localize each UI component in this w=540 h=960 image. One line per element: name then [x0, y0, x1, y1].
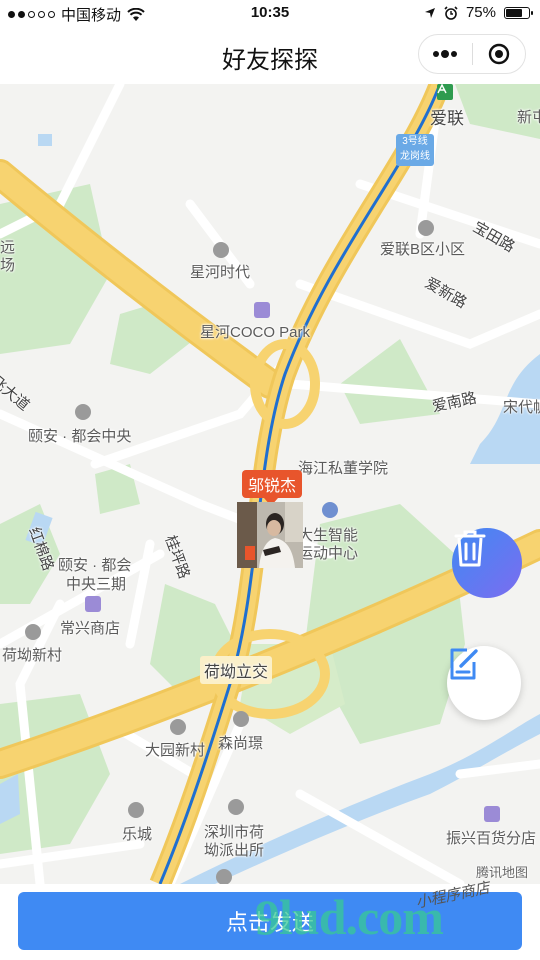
battery-fill	[506, 8, 522, 17]
shop-icon	[254, 302, 270, 318]
line-badge-name: 龙岗线	[400, 151, 430, 162]
map-label: 振兴百货分店	[446, 830, 537, 847]
edit-button[interactable]	[447, 646, 521, 720]
map-label: 森尚璟	[218, 735, 264, 752]
shop-icon	[484, 806, 500, 822]
map-label: 乐城	[122, 826, 153, 843]
battery-icon	[504, 6, 533, 19]
alarm-icon	[444, 5, 458, 20]
battery-percent: 75%	[465, 4, 496, 21]
map-label: 坳派出所	[204, 842, 265, 859]
map-label: 场	[0, 257, 16, 274]
status-right: 75%	[424, 4, 533, 21]
place-icon	[213, 242, 229, 258]
map-label: 星河时代	[190, 264, 251, 281]
location-arrow-icon	[424, 7, 435, 18]
map-label: 星河COCO Park	[200, 324, 311, 341]
trash-icon	[454, 530, 486, 567]
place-icon	[170, 719, 186, 735]
close-circle-icon	[488, 43, 509, 65]
metro-line-badge: 3号线 龙岗线	[396, 134, 434, 166]
status-bar: 中国移动 10:35 75%	[0, 0, 540, 28]
avatar-image	[237, 502, 303, 568]
place-icon	[25, 624, 41, 640]
sports-icon	[322, 502, 338, 518]
map-label: 运动中心	[298, 545, 359, 562]
map-label: 爱联	[430, 109, 464, 128]
map-label: 颐安 · 都会	[58, 557, 132, 574]
map-label: 大园新村	[145, 742, 206, 759]
bottom-bar: 点击发送 9lud.com 小程序商店	[0, 880, 540, 960]
map-label: 爱联B区小区	[380, 241, 466, 258]
place-icon	[75, 404, 91, 420]
place-icon	[216, 869, 232, 884]
friend-avatar[interactable]	[237, 502, 303, 568]
place-icon	[418, 220, 434, 236]
line-badge-number: 3号线	[402, 136, 428, 147]
map-label: 中央三期	[66, 576, 127, 593]
place-icon	[128, 802, 144, 818]
shop-icon	[85, 596, 101, 612]
close-button[interactable]	[473, 35, 526, 73]
edit-icon	[450, 648, 478, 680]
map-label: 颐安 · 都会中央	[28, 428, 132, 445]
place-icon	[233, 711, 249, 727]
map-label: 海江私董学院	[298, 460, 389, 477]
map-label: 荷坳立交	[200, 656, 273, 684]
delete-button[interactable]	[452, 528, 522, 598]
map-label: 宋代帆	[503, 399, 540, 416]
map-label: 常兴商店	[60, 620, 121, 637]
map-label: 新屯	[517, 109, 540, 126]
metro-station-icon	[437, 84, 453, 100]
police-icon	[228, 799, 244, 815]
map-view[interactable]: 3号线 龙岗线 爱联 新屯 宝田路 爱联B区小区 星河时代 爱新路 星河COCO…	[0, 84, 540, 884]
more-dots-icon	[433, 50, 458, 58]
map-label: 荷坳新村	[2, 647, 63, 664]
mini-program-capsule	[418, 34, 526, 74]
more-button[interactable]	[419, 35, 472, 73]
friend-name-label[interactable]: 邬锐杰	[242, 470, 303, 506]
nav-bar: 好友探探	[0, 28, 540, 85]
